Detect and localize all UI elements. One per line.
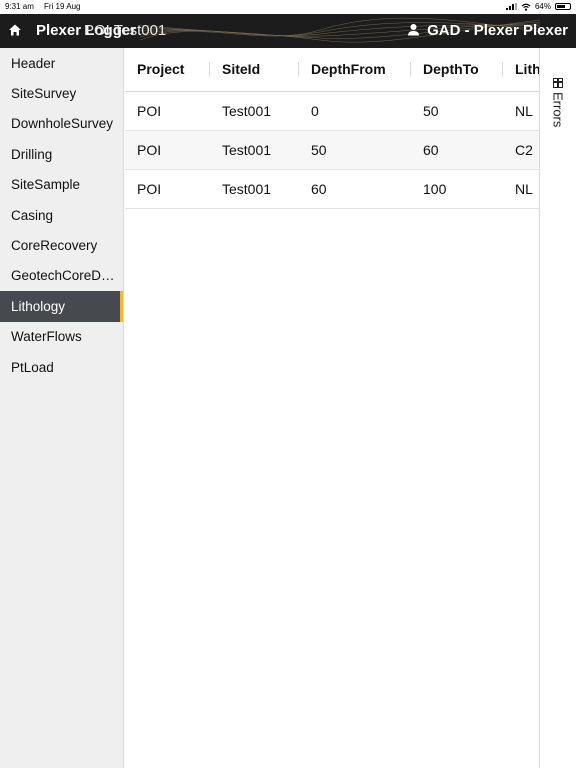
home-icon[interactable] <box>8 23 22 37</box>
table-cell[interactable]: NL <box>503 169 539 209</box>
wifi-icon <box>521 3 531 11</box>
table-cell[interactable]: 60 <box>299 169 411 209</box>
status-bar: 9:31 am Fri 19 Aug 64% <box>0 0 576 14</box>
battery-percent: 64% <box>534 2 551 11</box>
table-row[interactable]: POI Test001 0 50 NL <box>125 91 539 131</box>
sidebar-item-label: PtLoad <box>11 359 54 375</box>
errors-panel-tab[interactable]: Errors <box>540 48 576 768</box>
errors-label: Errors <box>550 92 566 128</box>
sidebar-item-label: Casing <box>11 207 54 223</box>
column-header-depthto[interactable]: DepthTo <box>411 48 503 92</box>
table-row[interactable]: POI Test001 50 60 C2 <box>125 130 539 170</box>
table-cell[interactable]: Test001 <box>210 91 299 131</box>
table-cell[interactable]: 100 <box>411 169 503 209</box>
sidebar-item-label: WaterFlows <box>11 329 82 345</box>
sidebar-item-label: CoreRecovery <box>11 238 98 254</box>
sidebar-item-lithology[interactable]: Lithology <box>0 291 123 322</box>
table-cell[interactable]: Test001 <box>210 130 299 170</box>
table-cell[interactable]: Test001 <box>210 169 299 209</box>
sidebar-item-sitesurvey[interactable]: SiteSurvey <box>0 78 123 108</box>
sidebar-item-corerecovery[interactable]: CoreRecovery <box>0 230 123 260</box>
sidebar-item-geotechcore[interactable]: GeotechCoreD… <box>0 261 123 291</box>
sidebar-item-header[interactable]: Header <box>0 48 123 78</box>
status-indicators: 64% <box>505 2 571 11</box>
column-header-depthfrom[interactable]: DepthFrom <box>299 48 411 92</box>
table-cell[interactable]: C2 <box>503 130 539 170</box>
sidebar: Header SiteSurvey DownholeSurvey Drillin… <box>0 48 124 768</box>
column-header-lith[interactable]: Lith <box>503 48 539 92</box>
table-cell[interactable]: 50 <box>299 130 411 170</box>
sidebar-item-sitesample[interactable]: SiteSample <box>0 170 123 200</box>
sidebar-item-label: Lithology <box>11 298 66 314</box>
user-name[interactable]: GAD - Plexer Plexer <box>427 22 568 39</box>
column-header-siteid[interactable]: SiteId <box>210 48 299 92</box>
table-cell[interactable]: POI <box>125 169 210 209</box>
page-title: POI Test001 <box>84 22 167 39</box>
app-header: Plexer Logger POI Test001 GAD - Plexer P… <box>0 14 576 48</box>
table-icon <box>553 78 563 88</box>
sidebar-item-label: Drilling <box>11 146 53 162</box>
table-cell[interactable]: POI <box>125 91 210 131</box>
table-cell[interactable]: 50 <box>411 91 503 131</box>
table-cell[interactable]: 60 <box>411 130 503 170</box>
table-cell[interactable]: POI <box>125 130 210 170</box>
sidebar-item-drilling[interactable]: Drilling <box>0 139 123 169</box>
sidebar-item-label: SiteSample <box>11 177 81 193</box>
errors-toggle[interactable]: Errors <box>550 78 566 128</box>
column-header-project[interactable]: Project <box>125 48 210 92</box>
sidebar-item-casing[interactable]: Casing <box>0 200 123 230</box>
table-cell[interactable]: NL <box>503 91 539 131</box>
sidebar-item-label: GeotechCoreD… <box>11 268 115 284</box>
table-row[interactable]: POI Test001 60 100 NL <box>125 169 539 209</box>
sidebar-item-label: Header <box>11 55 56 71</box>
sidebar-item-label: SiteSurvey <box>11 86 77 102</box>
status-date: Fri 19 Aug <box>44 2 81 11</box>
status-time: 9:31 am <box>5 2 34 11</box>
sidebar-item-label: DownholeSurvey <box>11 116 114 132</box>
sidebar-item-waterflows[interactable]: WaterFlows <box>0 322 123 352</box>
battery-icon <box>555 3 571 10</box>
table-cell[interactable]: 0 <box>299 91 411 131</box>
user-icon[interactable] <box>407 23 420 36</box>
signal-icon <box>505 3 517 10</box>
table-header-row: Project SiteId DepthFrom DepthTo Lith <box>125 48 539 92</box>
lithology-grid: Project SiteId DepthFrom DepthTo Lith PO… <box>125 48 540 768</box>
sidebar-item-downholesurvey[interactable]: DownholeSurvey <box>0 109 123 139</box>
sidebar-item-ptload[interactable]: PtLoad <box>0 352 123 382</box>
data-table: Project SiteId DepthFrom DepthTo Lith PO… <box>125 48 539 209</box>
